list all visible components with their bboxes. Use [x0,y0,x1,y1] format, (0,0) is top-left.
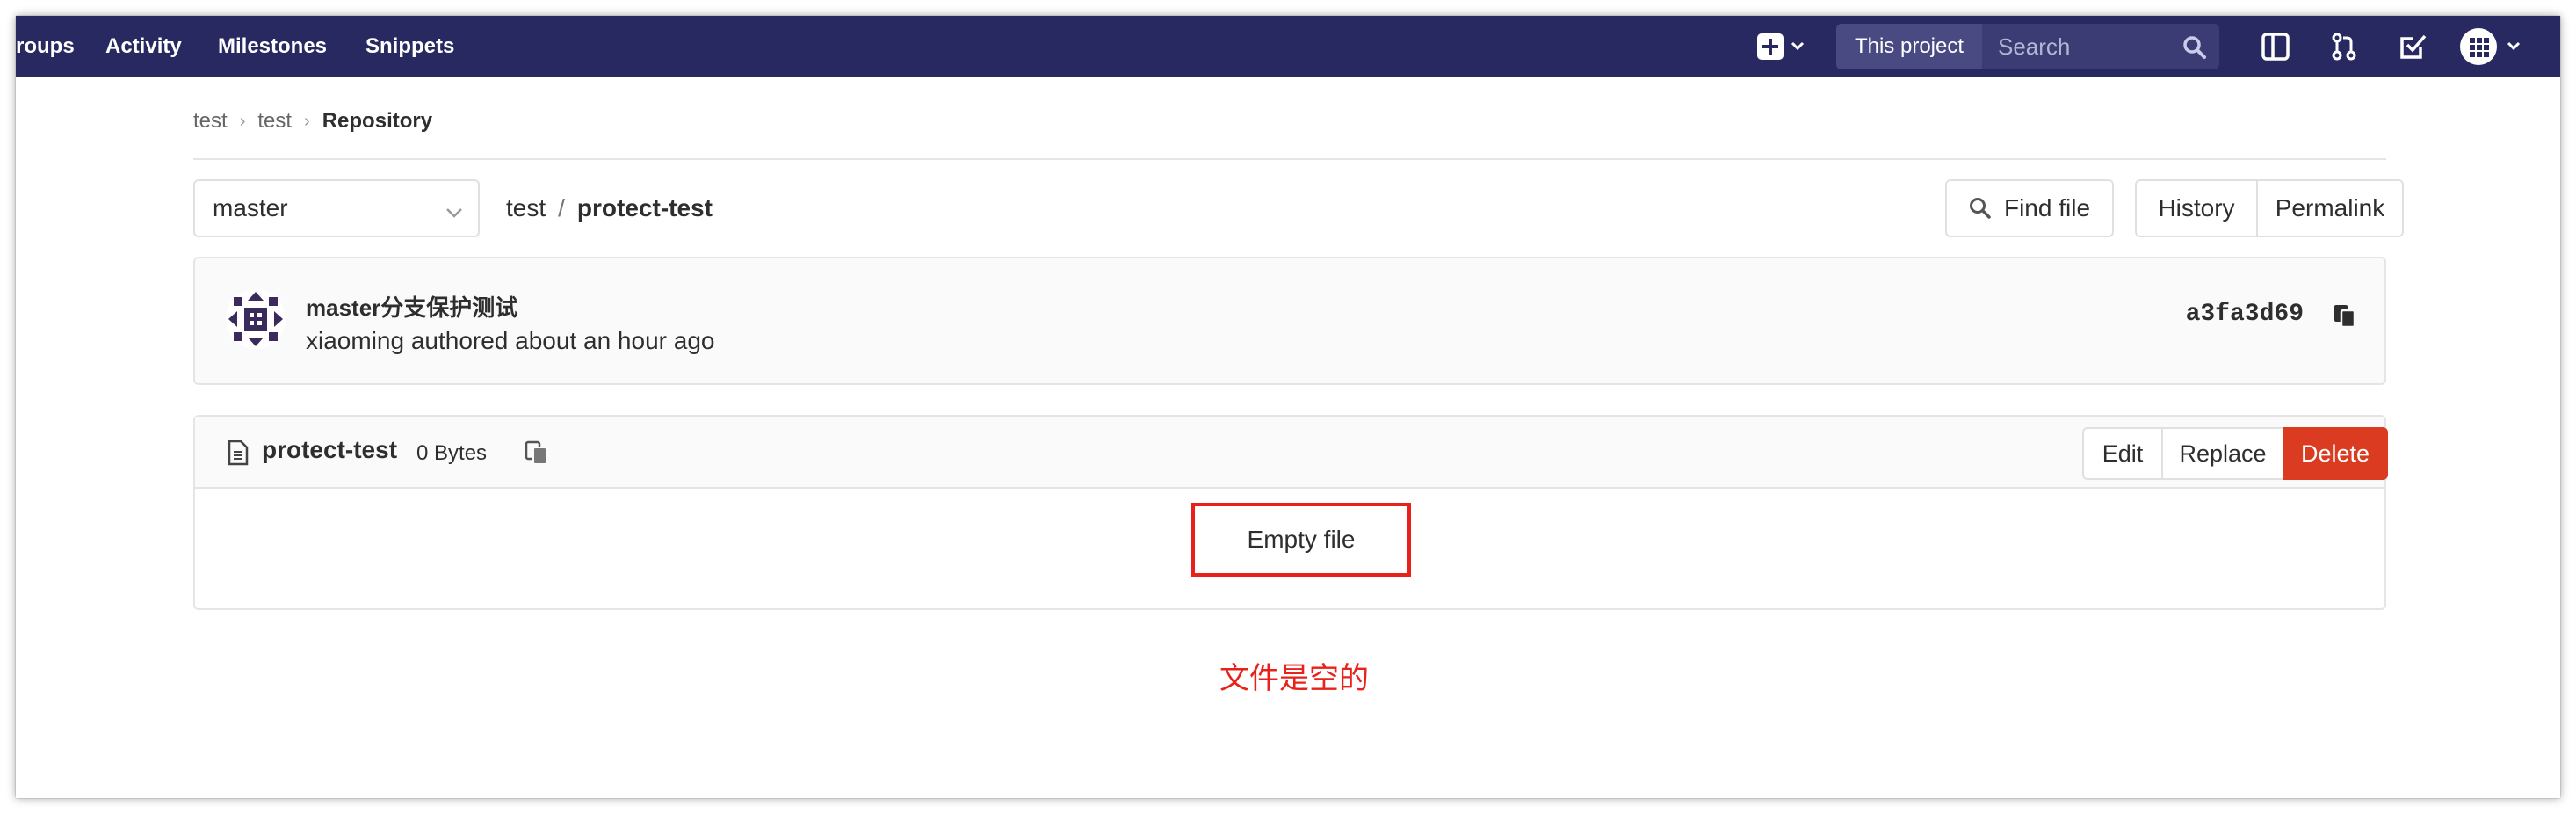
find-file-label: Find file [2003,194,2091,222]
new-dropdown-button[interactable] [1748,24,1819,69]
breadcrumb: test › test › Repository [193,104,432,139]
find-file-button[interactable]: Find file [1945,179,2114,237]
commit-sha-link[interactable]: a3fa3d69 [2186,301,2304,328]
breadcrumb-chevron-icon: › [304,111,310,131]
permalink-button[interactable]: Permalink [2256,179,2404,237]
search-scope-label[interactable]: This project [1836,24,1982,69]
path-file-link[interactable]: protect-test [577,194,713,222]
nav-milestones-link[interactable]: Milestones [218,16,327,77]
breadcrumb-current[interactable]: Repository [322,109,432,134]
top-navbar: roups Activity Milestones Snippets This … [16,16,2560,77]
nav-snippets-link[interactable]: Snippets [365,16,454,77]
file-name: protect-test [262,436,398,463]
nav-groups-link[interactable]: roups [16,16,75,77]
delete-button[interactable]: Delete [2283,427,2388,480]
file-path: test / protect-test [506,179,713,237]
breadcrumb-chevron-icon: › [239,111,246,131]
file-header: protect-test 0 Bytes Edit Replace Delete [195,417,2388,489]
copy-sha-icon[interactable] [2332,302,2358,329]
file-size: 0 Bytes [416,441,488,465]
chevron-down-icon [445,200,464,229]
last-commit-panel: master分支保护测试 xiaoming authored about an … [193,257,2386,385]
file-actions: Edit Replace Delete [2082,427,2388,480]
branch-selector[interactable]: master [193,179,480,237]
copy-file-path-icon[interactable] [524,440,550,466]
browser-window: roups Activity Milestones Snippets This … [16,16,2560,798]
empty-file-message: Empty file [1191,503,1411,577]
merge-request-icon[interactable] [2318,24,2370,69]
breadcrumb-group-link[interactable]: test [193,109,228,134]
history-label: History [2158,194,2235,222]
breadcrumb-divider [193,158,2386,160]
permalink-label: Permalink [2275,194,2385,222]
search-icon[interactable] [2182,35,2207,64]
search-input[interactable] [1998,33,2174,61]
path-separator: / [558,194,565,222]
todo-checkbox-icon[interactable] [2386,24,2439,69]
annotation-text: 文件是空的 [1219,661,1369,696]
user-avatar-dropdown[interactable] [2455,24,2534,69]
commit-author-line: xiaoming authored about an hour ago [306,327,715,354]
replace-button[interactable]: Replace [2161,427,2284,480]
branch-name: master [213,194,288,222]
nav-activity-link[interactable]: Activity [105,16,182,77]
sidebar-toggle-icon[interactable] [2249,24,2302,69]
avatar-icon [2460,28,2521,65]
plus-square-icon [1757,33,1805,60]
commit-title-link[interactable]: master分支保护测试 [306,290,517,323]
file-icon [228,440,249,466]
commit-author-avatar[interactable] [225,288,286,350]
search-icon [1969,198,1991,219]
history-button[interactable]: History [2135,179,2258,237]
breadcrumb-project-link[interactable]: test [257,109,292,134]
search-box [1982,24,2219,69]
path-namespace-link[interactable]: test [506,194,546,222]
edit-button[interactable]: Edit [2082,427,2163,480]
